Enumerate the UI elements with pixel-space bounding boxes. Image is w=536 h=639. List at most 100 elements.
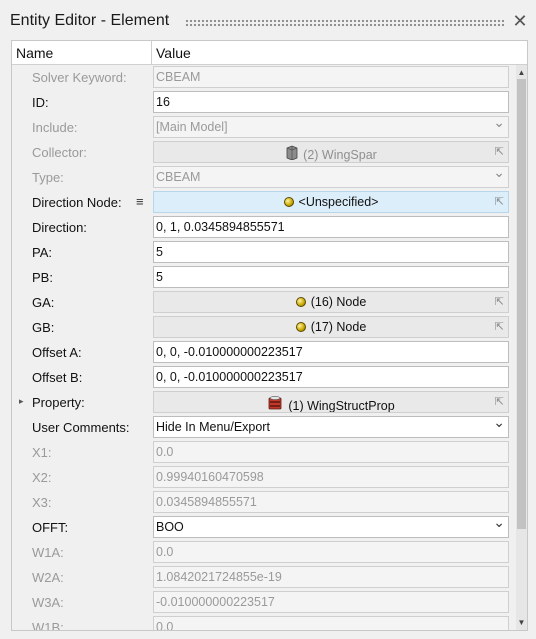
entity-selector[interactable]: <Unspecified> ⇱ [153,191,509,213]
value-field: 0.99940160470598 [153,466,509,488]
property-row: W2A: 1.0842021724855e-19 [12,565,516,590]
field-value: 16 [156,95,170,109]
property-row: GA: (16) Node ⇱ [12,290,516,315]
property-label: Collector: [32,145,87,160]
value-field[interactable]: 0, 0, -0.010000000223517 [153,366,509,388]
property-row: ▸ Property: (1) WingStructProp ⇱ [12,390,516,415]
value-dropdown: [Main Model] [153,116,509,138]
scroll-thumb[interactable] [517,79,526,529]
scroll-up-arrow-icon[interactable]: ▲ [516,67,527,78]
property-row: X2: 0.99940160470598 [12,465,516,490]
field-value: 1.0842021724855e-19 [156,570,282,584]
value-field: 1.0842021724855e-19 [153,566,509,588]
property-label: W1B: [32,620,64,631]
property-row: User Comments: Hide In Menu/Export [12,415,516,440]
property-label: Direction: [32,220,87,235]
select-cursor-icon[interactable]: ⇱ [495,145,504,158]
property-label: X1: [32,445,52,460]
column-header-value[interactable]: Value [156,45,191,61]
field-value: CBEAM [156,170,201,184]
close-icon[interactable]: ✕ [512,12,528,30]
entity-label: (17) Node [310,320,367,334]
field-value: 0, 0, -0.010000000223517 [156,370,303,384]
expand-arrow-icon[interactable]: ▸ [19,396,24,407]
node-icon [295,321,306,335]
field-value: 0.0 [156,445,174,459]
property-table: Name Value Solver Keyword: CBEAM ID: 16 Incl… [11,40,528,631]
value-dropdown[interactable]: BOO [153,516,509,538]
drag-grip[interactable] [185,19,505,27]
entity-selector[interactable]: (16) Node ⇱ [153,291,509,313]
field-value: 0, 0, -0.010000000223517 [156,345,303,359]
property-row: Type: CBEAM [12,165,516,190]
field-value: CBEAM [156,70,201,84]
value-field[interactable]: 5 [153,266,509,288]
value-field: 0.0 [153,441,509,463]
property-label: Property: [32,395,85,410]
property-label: Solver Keyword: [32,70,127,85]
column-divider[interactable] [151,41,152,64]
field-value: 5 [156,270,163,284]
property-row: ID: 16 [12,90,516,115]
property-label: Type: [32,170,64,185]
scroll-down-arrow-icon[interactable]: ▼ [516,617,527,628]
select-cursor-icon[interactable]: ⇱ [495,295,504,308]
value-field: 0.0345894855571 [153,491,509,513]
node-icon [295,296,306,310]
entity-editor-window: Entity Editor - Element ✕ Name Value Sol… [0,0,536,639]
property-label: User Comments: [32,420,130,435]
property-row: X3: 0.0345894855571 [12,490,516,515]
field-value: 0.0 [156,545,174,559]
property-row: W1B: 0.0 [12,615,516,631]
property-label: PA: [32,245,52,260]
property-label: X3: [32,495,52,510]
value-field[interactable]: 16 [153,91,509,113]
table-header: Name Value [12,41,527,65]
field-value: -0.010000000223517 [156,595,275,609]
property-label: W3A: [32,595,64,610]
field-value: [Main Model] [156,120,228,134]
property-row: Collector: (2) WingSpar ⇱ [12,140,516,165]
select-cursor-icon[interactable]: ⇱ [495,195,504,208]
entity-selector[interactable]: (1) WingStructProp ⇱ [153,391,509,413]
property-label: W1A: [32,545,64,560]
property-label: Offset A: [32,345,82,360]
property-row: PB: 5 [12,265,516,290]
property-row: Direction: 0, 1, 0.0345894855571 [12,215,516,240]
component-icon [285,145,298,162]
field-value: 5 [156,245,163,259]
field-value: Hide In Menu/Export [156,420,270,434]
value-field[interactable]: 0, 1, 0.0345894855571 [153,216,509,238]
property-row: W3A: -0.010000000223517 [12,590,516,615]
field-value: 0, 1, 0.0345894855571 [156,220,285,234]
select-cursor-icon[interactable]: ⇱ [495,320,504,333]
value-field[interactable]: 5 [153,241,509,263]
select-cursor-icon[interactable]: ⇱ [495,395,504,408]
property-icon [267,395,283,412]
property-row: GB: (17) Node ⇱ [12,315,516,340]
value-field: 0.0 [153,616,509,631]
value-field: 0.0 [153,541,509,563]
vertical-scrollbar[interactable]: ▲ ▼ [516,65,527,630]
column-header-name[interactable]: Name [16,45,53,61]
property-row: Include: [Main Model] [12,115,516,140]
field-value: 0.0 [156,620,174,631]
entity-selector[interactable]: (17) Node ⇱ [153,316,509,338]
property-row: W1A: 0.0 [12,540,516,565]
value-dropdown[interactable]: Hide In Menu/Export [153,416,509,438]
property-label: ID: [32,95,49,110]
entity-label: (16) Node [310,295,367,309]
property-label: GA: [32,295,55,310]
field-value: BOO [156,520,184,534]
entity-label: (2) WingSpar [303,148,377,162]
property-label: Direction Node: [32,195,122,210]
title-bar[interactable]: Entity Editor - Element ✕ [0,0,536,40]
field-value: 0.99940160470598 [156,470,264,484]
entity-selector: (2) WingSpar ⇱ [153,141,509,163]
value-field[interactable]: 0, 0, -0.010000000223517 [153,341,509,363]
menu-icon[interactable]: ≡ [136,194,144,209]
property-row: Offset B: 0, 0, -0.010000000223517 [12,365,516,390]
field-value: 0.0345894855571 [156,495,257,509]
window-title: Entity Editor - Element [10,12,170,29]
property-row: X1: 0.0 [12,440,516,465]
